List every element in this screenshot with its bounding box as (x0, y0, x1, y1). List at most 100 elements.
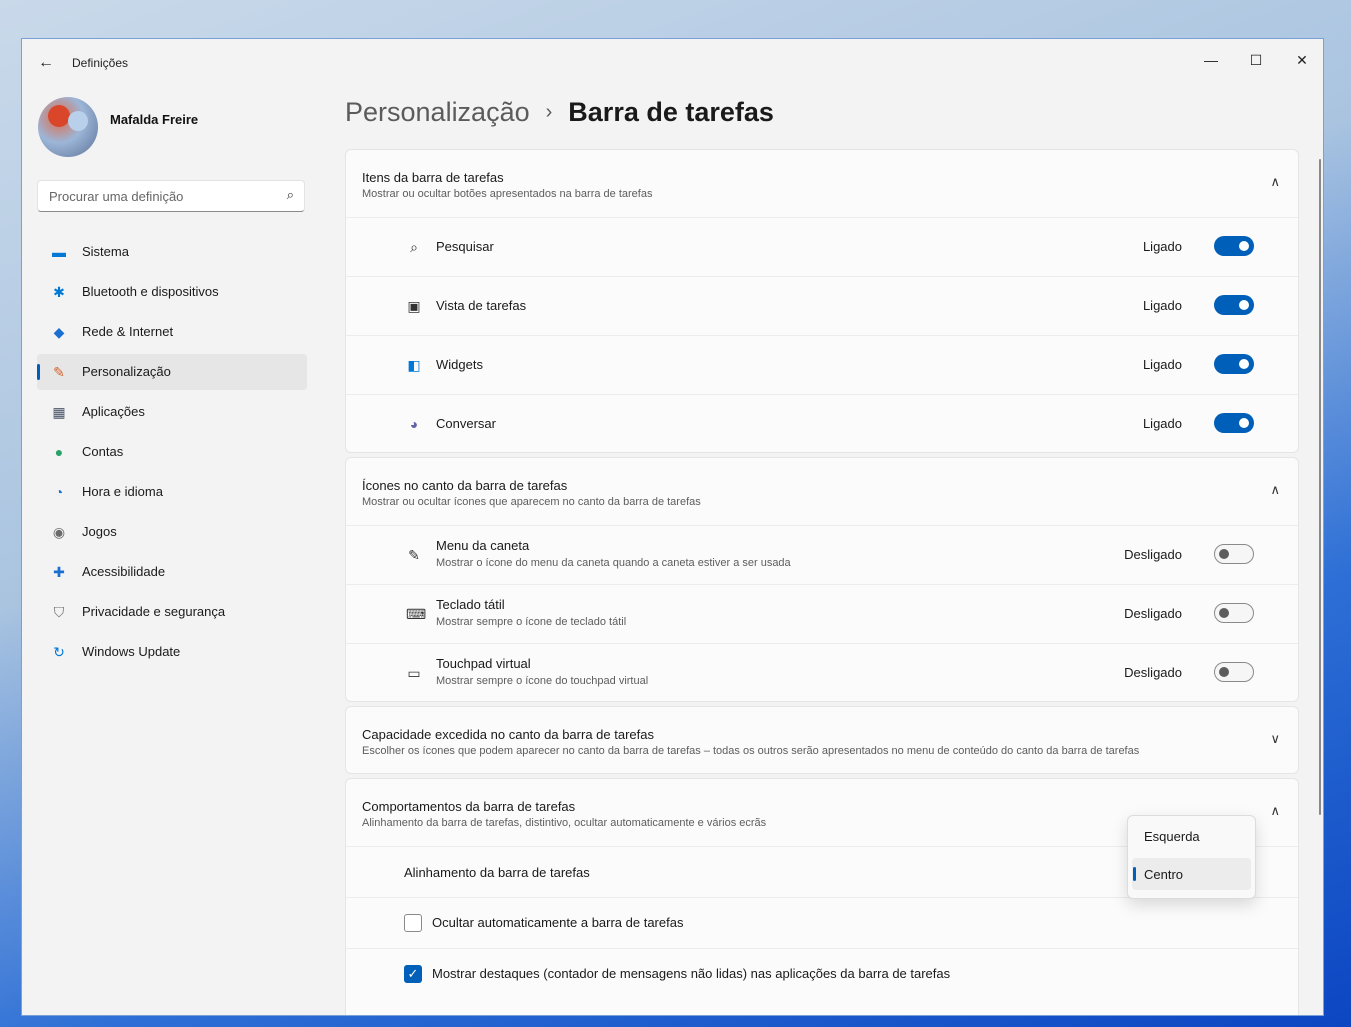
sidebar-item-label: Aplicações (82, 404, 145, 419)
sidebar-item-privacy[interactable]: ⛉ Privacidade e segurança (37, 594, 307, 630)
sidebar-item-accounts[interactable]: ● Contas (37, 434, 307, 470)
setting-row-widgets: ◧ Widgets Ligado (346, 335, 1298, 394)
globe-clock-icon: ◔ (54, 484, 64, 500)
sidebar-item-label: Hora e idioma (82, 484, 163, 499)
card-title: Itens da barra de tarefas (362, 170, 504, 185)
card-subtitle: Mostrar ou ocultar botões apresentados n… (362, 188, 653, 200)
sidebar-item-accessibility[interactable]: ✚ Acessibilidade (37, 554, 307, 590)
sidebar-item-windows-update[interactable]: ↻ Windows Update (37, 634, 307, 670)
close-button[interactable]: ✕ (1279, 45, 1323, 75)
setting-label: Mostrar destaques (contador de mensagens… (432, 966, 951, 981)
setting-row-task-view: ▣ Vista de tarefas Ligado (346, 276, 1298, 335)
accessibility-icon: ✚ (53, 564, 65, 580)
corner-overflow-card[interactable]: Capacidade excedida no canto da barra de… (345, 706, 1299, 774)
setting-label: Touchpad virtual (436, 656, 531, 671)
sidebar-item-bluetooth[interactable]: ✱ Bluetooth e dispositivos (37, 274, 307, 310)
sidebar-item-label: Rede & Internet (82, 324, 174, 339)
widgets-toggle[interactable] (1214, 354, 1254, 374)
checkmark-icon: ✓ (407, 966, 419, 981)
sidebar-item-sistema[interactable]: ▬ Sistema (37, 234, 307, 270)
chevron-right-icon: › (545, 101, 553, 123)
system-icon: ▬ (52, 244, 66, 260)
sidebar-item-label: Acessibilidade (82, 564, 166, 579)
badges-checkbox[interactable]: ✓ (404, 965, 422, 983)
avatar[interactable] (38, 97, 98, 157)
touch-keyboard-toggle[interactable] (1214, 603, 1254, 623)
breadcrumb: Personalização › Barra de tarefas (345, 97, 774, 128)
taskbar-items-header[interactable]: Itens da barra de tarefas Mostrar ou ocu… (346, 150, 1298, 217)
setting-label: Ocultar automaticamente a barra de taref… (432, 915, 684, 930)
setting-label: Pesquisar (436, 239, 494, 254)
setting-description: Mostrar sempre o ícone do touchpad virtu… (436, 675, 649, 687)
scrollbar[interactable] (1319, 159, 1321, 815)
sidebar-item-label: Personalização (82, 364, 171, 379)
toggle-state: Desligado (1124, 606, 1182, 621)
setting-row-pen-menu: ✎ Menu da caneta Mostrar o ícone do menu… (346, 525, 1298, 584)
sidebar-item-label: Privacidade e segurança (82, 604, 226, 619)
virtual-touchpad-toggle[interactable] (1214, 662, 1254, 682)
user-name: Mafalda Freire (110, 112, 199, 127)
gamepad-icon: ◉ (52, 524, 66, 540)
setting-row-search: ⌕ Pesquisar Ligado (346, 217, 1298, 276)
chat-icon: ◕ (409, 416, 419, 432)
search-input[interactable]: Procurar uma definição ⌕ (37, 180, 305, 212)
toggle-state: Ligado (1142, 416, 1182, 431)
sidebar-item-label: Sistema (82, 244, 129, 259)
toggle-state: Desligado (1124, 665, 1182, 680)
setting-label: Alinhamento da barra de tarefas (404, 865, 590, 880)
paintbrush-icon: ✎ (53, 364, 65, 380)
card-subtitle: Alinhamento da barra de tarefas, distint… (362, 817, 767, 829)
setting-row-badges[interactable]: ✓ Mostrar destaques (contador de mensage… (346, 948, 1298, 1001)
sidebar-item-gaming[interactable]: ◉ Jogos (37, 514, 307, 550)
card-title: Comportamentos da barra de tarefas (362, 799, 576, 814)
search-icon: ⌕ (410, 239, 418, 255)
alignment-option-left[interactable]: Esquerda (1132, 820, 1251, 852)
setting-row-autohide[interactable]: Ocultar automaticamente a barra de taref… (346, 897, 1298, 948)
back-button[interactable]: ← (32, 51, 60, 75)
alignment-option-center[interactable]: Centro (1132, 858, 1251, 890)
card-title: Ícones no canto da barra de tarefas (362, 478, 568, 493)
toggle-state: Ligado (1142, 357, 1182, 372)
keyboard-icon: ⌨ (406, 606, 427, 622)
setting-label: Teclado tátil (436, 597, 505, 612)
maximize-icon: ☐ (1249, 52, 1263, 68)
setting-row-chat: ◕ Conversar Ligado (346, 394, 1298, 453)
search-toggle[interactable] (1214, 236, 1254, 256)
chevron-up-icon[interactable]: ∧ (1270, 482, 1280, 498)
sidebar-item-network[interactable]: ◆ Rede & Internet (37, 314, 307, 350)
sidebar-item-apps[interactable]: ▦ Aplicações (37, 394, 307, 430)
chat-toggle[interactable] (1214, 413, 1254, 433)
option-label: Esquerda (1144, 829, 1200, 844)
search-icon: ⌕ (286, 187, 294, 202)
page-title: Barra de tarefas (568, 97, 774, 127)
person-icon: ● (54, 444, 64, 460)
minimize-icon: — (1204, 52, 1218, 68)
card-title: Capacidade excedida no canto da barra de… (362, 727, 654, 742)
setting-label: Menu da caneta (436, 538, 530, 553)
corner-icons-header[interactable]: Ícones no canto da barra de tarefas Most… (346, 458, 1298, 525)
task-view-toggle[interactable] (1214, 295, 1254, 315)
corner-icons-card: Ícones no canto da barra de tarefas Most… (345, 457, 1299, 702)
setting-row-virtual-touchpad: ▭ Touchpad virtual Mostrar sempre o ícon… (346, 643, 1298, 702)
maximize-button[interactable]: ☐ (1233, 45, 1279, 75)
minimize-button[interactable]: — (1188, 45, 1234, 75)
chevron-down-icon[interactable]: ∨ (1270, 731, 1280, 747)
pen-menu-toggle[interactable] (1214, 544, 1254, 564)
chevron-up-icon[interactable]: ∧ (1270, 174, 1280, 190)
apps-icon: ▦ (52, 404, 66, 420)
setting-label: Widgets (436, 357, 483, 372)
card-subtitle: Escolher os ícones que podem aparecer no… (362, 745, 1140, 757)
chevron-up-icon[interactable]: ∧ (1270, 803, 1280, 819)
shield-icon: ⛉ (53, 604, 65, 620)
search-placeholder: Procurar uma definição (49, 189, 184, 204)
sidebar-item-personalization[interactable]: ✎ Personalização (37, 354, 307, 390)
breadcrumb-parent[interactable]: Personalização (345, 97, 530, 127)
option-label: Centro (1144, 867, 1184, 882)
setting-description: Mostrar sempre o ícone de teclado tátil (436, 616, 627, 628)
taskbar-items-card: Itens da barra de tarefas Mostrar ou ocu… (345, 149, 1299, 453)
toggle-state: Ligado (1142, 239, 1182, 254)
setting-label: Vista de tarefas (436, 298, 527, 313)
corner-overflow-header[interactable]: Capacidade excedida no canto da barra de… (346, 707, 1298, 774)
sidebar-item-time-language[interactable]: ◔ Hora e idioma (37, 474, 307, 510)
autohide-checkbox[interactable] (404, 914, 422, 932)
